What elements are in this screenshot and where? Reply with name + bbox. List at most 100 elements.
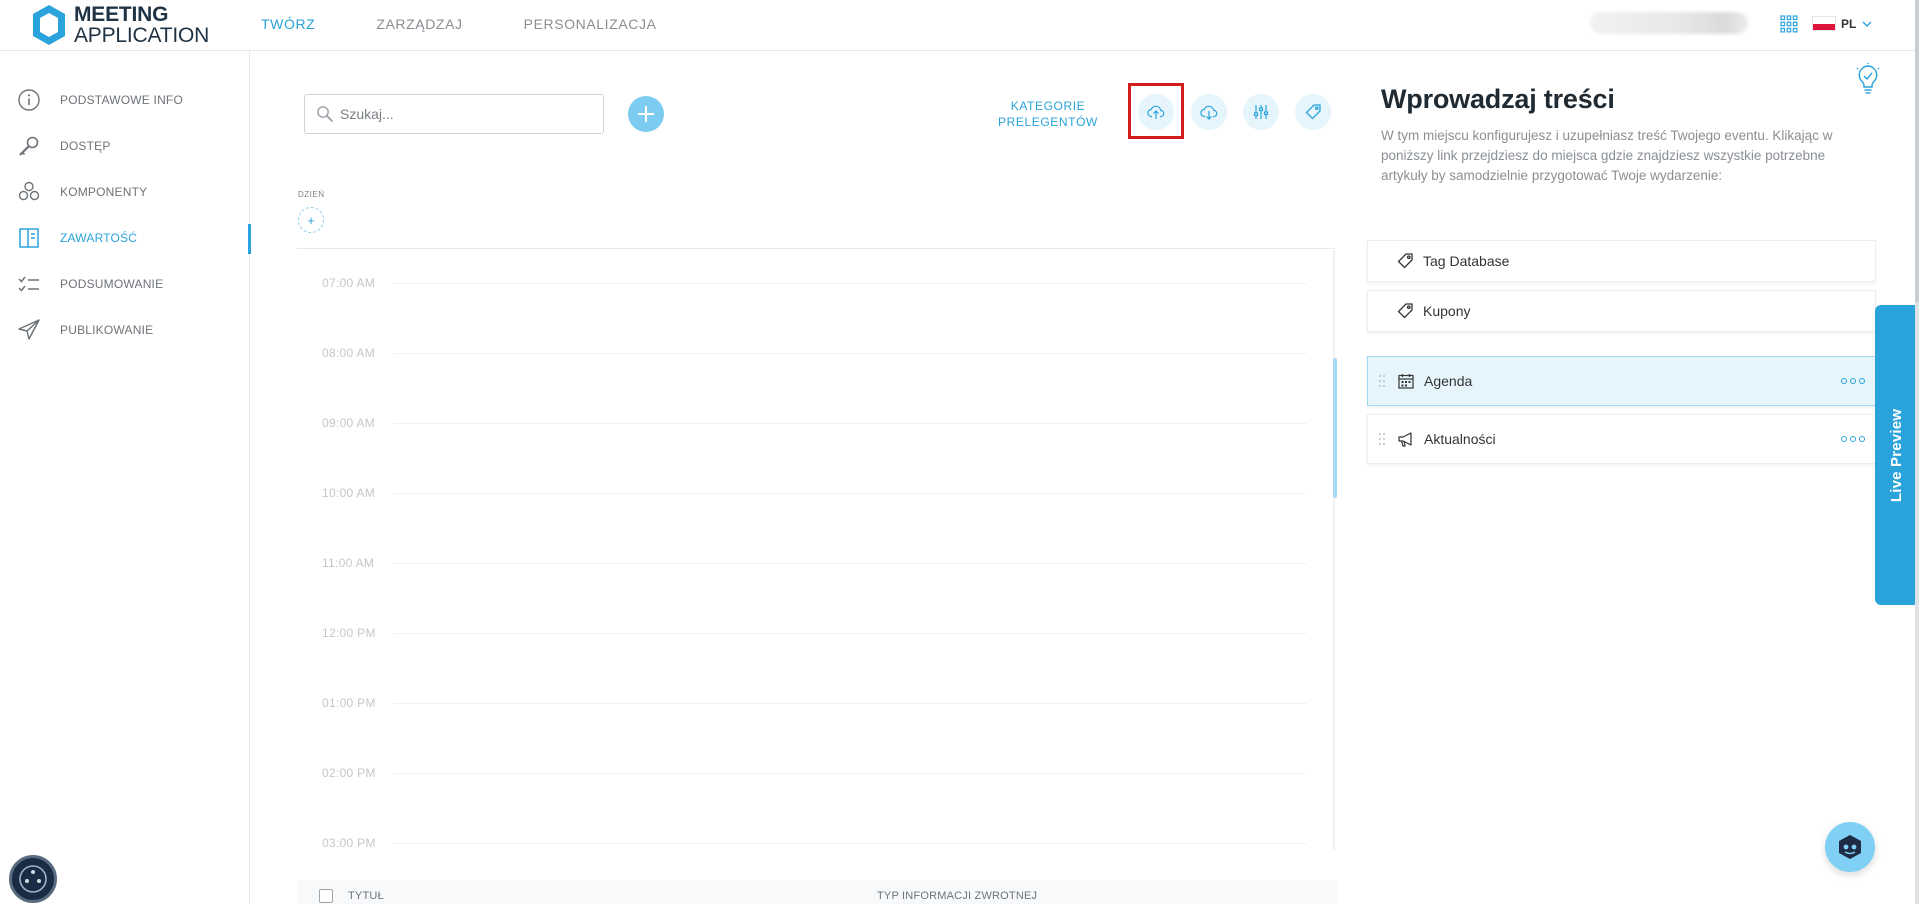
lightbulb-check-icon[interactable] [1854,63,1882,95]
kategorie-prelegentow-button[interactable]: KATEGORIE PRELEGENTÓW [994,98,1102,130]
module-agenda[interactable]: Agenda [1367,356,1876,406]
card-kupony[interactable]: Kupony [1367,290,1876,332]
apps-grid-icon[interactable] [1780,15,1798,33]
sidebar-item-label: PUBLIKOWANIE [60,323,154,337]
time-slot-row[interactable]: 08:00 AM [297,346,1307,366]
time-slot-row[interactable]: 09:00 AM [297,416,1307,436]
module-label: Aktualności [1424,431,1496,447]
hexagon-logo-icon [33,5,65,45]
poland-flag-icon [1812,16,1836,31]
filter-sliders-button[interactable] [1243,94,1279,130]
sidebar-item-podstawowe-info[interactable]: PODSTAWOWE INFO [0,82,250,118]
app-logo[interactable]: MEETING APPLICATION [30,3,210,47]
time-slot-row[interactable]: 03:00 PM [297,836,1307,856]
module-aktualnosci[interactable]: Aktualności [1367,414,1876,464]
agenda-calendar [297,248,1335,848]
robot-assistant-icon [1839,835,1861,859]
time-label: 12:00 PM [322,626,376,640]
live-preview-label: Live Preview [1888,408,1906,502]
page-scrollbar-thumb[interactable] [1915,0,1919,302]
top-bar: MEETING APPLICATION TWÓRZ ZARZĄDZAJ PERS… [0,0,1919,51]
time-slot-row[interactable]: 07:00 AM [297,276,1307,296]
cloud-download-icon [1200,105,1218,120]
more-options-icon[interactable] [1841,435,1865,443]
module-label: Agenda [1424,373,1473,389]
kategorie-label-line-1: KATEGORIE [1010,99,1086,113]
tag-icon [1397,253,1413,269]
logo-line-2: APPLICATION [74,24,210,47]
add-item-button[interactable] [628,96,664,132]
sliders-icon [1253,105,1269,119]
sidebar-item-zawartosc[interactable]: ZAWARTOŚĆ [0,220,251,256]
nav-tworz[interactable]: TWÓRZ [261,16,315,32]
add-day-button[interactable]: + [298,207,324,233]
day-label: DZIEŃ [298,190,325,199]
card-tag-database[interactable]: Tag Database [1367,240,1876,282]
info-icon [18,89,40,111]
time-slot-row[interactable]: 02:00 PM [297,766,1307,786]
tags-button[interactable] [1295,94,1331,130]
table-header: TYTUŁ TYP INFORMACJI ZWROTNEJ [297,880,1337,904]
time-label: 01:00 PM [322,696,376,710]
column-title: TYTUŁ [348,890,384,902]
support-assistant-button[interactable] [1825,822,1875,872]
time-slot-row[interactable]: 01:00 PM [297,696,1307,716]
megaphone-icon [1398,432,1412,447]
time-slot-row[interactable]: 11:00 AM [297,556,1307,576]
sidebar-item-label: PODSUMOWANIE [60,277,164,291]
calendar-scrollbar-thumb[interactable] [1333,358,1337,498]
sidebar-item-label: PODSTAWOWE INFO [60,93,183,107]
kategorie-label-line-2: PRELEGENTÓW [998,115,1098,129]
content-book-icon [19,228,39,248]
search-input[interactable] [340,106,580,122]
calendar-scrollbar-track[interactable] [1333,250,1335,850]
tag-icon [1305,104,1321,120]
sidebar-item-label: ZAWARTOŚĆ [60,231,138,245]
language-label: PL [1841,16,1857,31]
select-all-checkbox[interactable] [319,889,333,903]
calendar-icon [1398,374,1414,389]
time-label: 02:00 PM [322,766,376,780]
card-label: Tag Database [1423,253,1510,269]
time-label: 08:00 AM [322,346,376,360]
sidebar-item-publikowanie[interactable]: PUBLIKOWANIE [0,312,250,348]
card-label: Kupony [1423,303,1471,319]
logo-line-1: MEETING [74,3,169,26]
paper-plane-icon [18,319,40,340]
search-icon [317,106,334,123]
panel-description: W tym miejscu konfigurujesz i uzupełnias… [1381,128,1833,183]
sidebar-item-label: DOSTĘP [60,139,111,153]
chevron-down-icon [1862,21,1872,27]
column-feedback-type: TYP INFORMACJI ZWROTNEJ [877,890,1038,902]
tag-icon [1397,303,1413,319]
drag-handle-icon[interactable] [1378,432,1386,446]
nav-personalizacja[interactable]: PERSONALIZACJA [524,16,657,32]
time-label: 07:00 AM [322,276,376,290]
time-slot-row[interactable]: 10:00 AM [297,486,1307,506]
highlight-annotation [1128,83,1184,139]
time-label: 09:00 AM [322,416,376,430]
top-navigation: TWÓRZ ZARZĄDZAJ PERSONALIZACJA [261,0,718,48]
sidebar: PODSTAWOWE INFO DOSTĘP KOMPONENTY ZAWART… [0,51,251,904]
time-label: 11:00 AM [322,556,375,570]
sidebar-item-komponenty[interactable]: KOMPONENTY [0,174,250,210]
live-preview-tab[interactable]: Live Preview [1875,305,1919,605]
cloud-download-button[interactable] [1191,94,1227,130]
chat-bot-icon [19,865,47,893]
panel-title: Wprowadzaj treści [1381,84,1615,114]
key-icon [19,136,39,156]
nav-zarzadzaj[interactable]: ZARZĄDZAJ [376,16,462,32]
sidebar-item-label: KOMPONENTY [60,185,148,199]
sidebar-item-dostep[interactable]: DOSTĘP [0,128,250,164]
user-menu-blurred[interactable] [1590,12,1748,34]
drag-handle-icon[interactable] [1378,374,1386,388]
language-selector[interactable]: PL [1812,16,1872,31]
time-label: 10:00 AM [322,486,376,500]
more-options-icon[interactable] [1841,377,1865,385]
time-label: 03:00 PM [322,836,376,850]
time-slot-row[interactable]: 12:00 PM [297,626,1307,646]
sidebar-item-podsumowanie[interactable]: PODSUMOWANIE [0,266,250,302]
checklist-icon [18,276,39,292]
search-box [304,94,604,134]
help-chat-button[interactable] [9,855,57,903]
